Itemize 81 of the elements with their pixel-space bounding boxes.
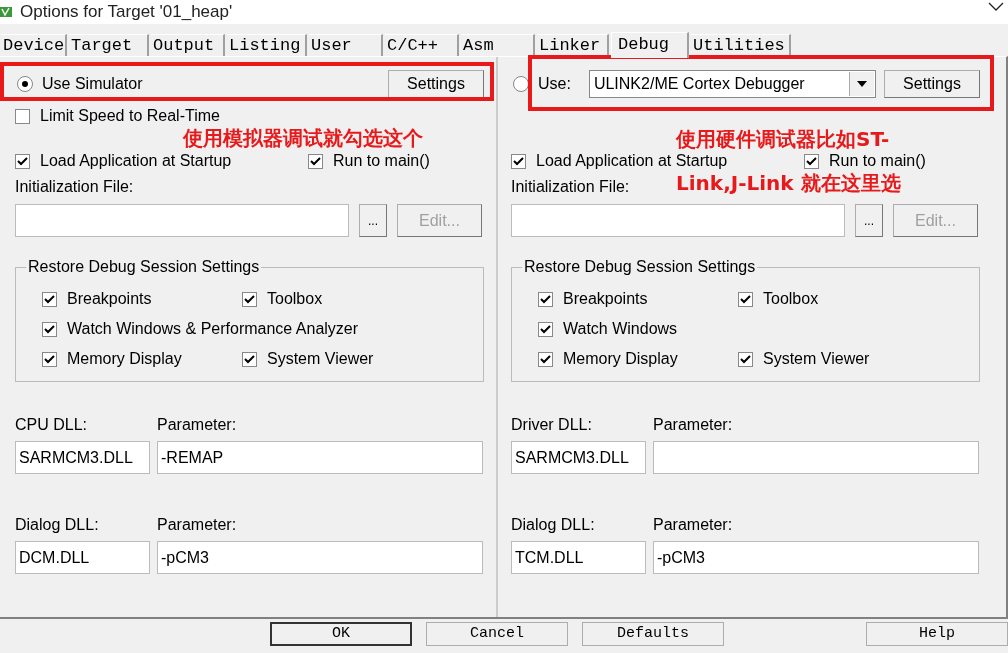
field-label: Parameter: — [157, 415, 237, 435]
checkbox-label: Limit Speed to Real-Time — [40, 107, 220, 125]
input-field[interactable]: -pCM3 — [653, 541, 979, 574]
radio-button[interactable] — [17, 76, 33, 92]
checkbox[interactable] — [804, 153, 819, 169]
annotation-text: 使用模拟器调试就勾选这个 — [183, 127, 423, 149]
input-field[interactable]: SARMCM3.DLL — [511, 441, 646, 474]
window-title: Options for Target '01_heap' — [20, 1, 233, 23]
tab[interactable]: Output — [151, 34, 225, 56]
tab[interactable]: Debug — [611, 32, 689, 58]
checkbox[interactable] — [738, 351, 753, 367]
checkbox-label: Load Application at Startup — [536, 152, 729, 170]
tab[interactable]: C/C++ — [385, 34, 459, 56]
tab[interactable]: Listing — [227, 34, 307, 56]
settings-button[interactable]: Settings — [884, 70, 980, 98]
field-label: CPU DLL: — [15, 415, 89, 435]
checkbox[interactable] — [308, 153, 323, 169]
radio-label: Use Simulator — [42, 75, 143, 93]
dropdown-arrow-icon — [856, 81, 867, 87]
tab[interactable]: Linker — [537, 34, 609, 56]
settings-button[interactable]: Settings — [388, 70, 484, 98]
checkbox-label: Run to main() — [333, 152, 430, 170]
browse-button[interactable]: ... — [359, 204, 387, 237]
checkbox-label: Watch Windows — [563, 320, 678, 338]
field-label: Dialog DLL: — [511, 515, 596, 535]
checkbox[interactable] — [42, 291, 57, 307]
checkbox-label: Load Application at Startup — [40, 152, 233, 170]
checkbox[interactable] — [242, 351, 257, 367]
field-label: Initialization File: — [511, 177, 630, 197]
tab[interactable]: User — [309, 34, 383, 56]
field-label: Dialog DLL: — [15, 515, 100, 535]
input-field[interactable]: -REMAP — [157, 441, 483, 474]
checkbox[interactable] — [538, 291, 553, 307]
tab[interactable]: Utilities — [691, 34, 791, 56]
dialog-button[interactable]: Defaults — [582, 622, 724, 646]
debugger-dropdown[interactable]: ULINK2/ME Cortex Debugger — [588, 70, 876, 98]
input-field[interactable] — [653, 441, 979, 474]
annotation-text: Link,J-Link 就在这里选 — [676, 172, 901, 194]
annotation-text: 使用硬件调试器比如ST- — [676, 128, 890, 150]
input-field[interactable]: -pCM3 — [157, 541, 483, 574]
tab[interactable]: Device — [1, 34, 67, 56]
field-label: Parameter: — [653, 415, 733, 435]
checkbox-label: Breakpoints — [563, 290, 648, 308]
dialog-button[interactable]: Help — [866, 622, 1008, 646]
checkbox-label: System Viewer — [267, 350, 374, 368]
dialog-button[interactable]: OK — [270, 622, 412, 646]
input-field[interactable] — [511, 204, 845, 237]
checkbox-label: Toolbox — [267, 290, 323, 308]
checkbox-label: Memory Display — [563, 350, 678, 368]
checkbox-label: Memory Display — [67, 350, 182, 368]
input-field[interactable]: TCM.DLL — [511, 541, 646, 574]
field-label: Driver DLL: — [511, 415, 593, 435]
close-icon[interactable] — [988, 2, 1004, 12]
checkbox-label: Run to main() — [829, 152, 926, 170]
checkbox[interactable] — [15, 108, 30, 124]
checkbox[interactable] — [738, 291, 753, 307]
checkbox[interactable] — [42, 351, 57, 367]
checkbox[interactable] — [15, 153, 30, 169]
field-label: Parameter: — [157, 515, 237, 535]
input-field[interactable]: DCM.DLL — [15, 541, 150, 574]
browse-button[interactable]: ... — [855, 204, 883, 237]
field-label: Parameter: — [653, 515, 733, 535]
radio-button[interactable] — [513, 76, 529, 92]
tab[interactable]: Asm — [461, 34, 535, 56]
checkbox[interactable] — [538, 351, 553, 367]
checkbox[interactable] — [242, 291, 257, 307]
dialog-button[interactable]: Cancel — [426, 622, 568, 646]
checkbox-label: Watch Windows & Performance Analyzer — [67, 320, 359, 338]
checkbox[interactable] — [538, 321, 553, 337]
checkbox[interactable] — [511, 153, 526, 169]
tab[interactable]: Target — [69, 34, 149, 56]
radio-label: Use: — [538, 75, 571, 93]
checkbox-label: System Viewer — [763, 350, 870, 368]
group-title: Restore Debug Session Settings — [523, 258, 757, 276]
checkbox-label: Toolbox — [763, 290, 819, 308]
group-title: Restore Debug Session Settings — [27, 258, 261, 276]
checkbox-label: Breakpoints — [67, 290, 152, 308]
input-field[interactable]: SARMCM3.DLL — [15, 441, 150, 474]
input-field[interactable] — [15, 204, 349, 237]
field-label: Initialization File: — [15, 177, 134, 197]
checkbox[interactable] — [42, 321, 57, 337]
